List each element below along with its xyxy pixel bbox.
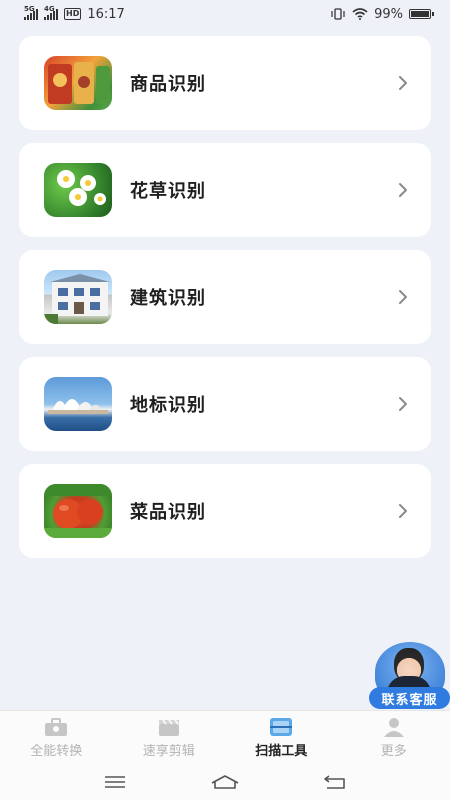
recognition-list: 商品识别 花草识别 建筑识别 地标识别 菜品识别 — [19, 36, 431, 571]
tab-more[interactable]: 更多 — [338, 711, 450, 764]
dish-recognition-card[interactable]: 菜品识别 — [19, 464, 431, 558]
nav-label: 扫描工具 — [255, 743, 308, 759]
chevron-right-icon — [395, 182, 411, 198]
chevron-right-icon — [395, 396, 411, 412]
card-label: 地标识别 — [130, 395, 206, 416]
customer-service-label: 联系客服 — [369, 687, 450, 709]
dish-image — [44, 484, 112, 538]
building-image — [44, 270, 112, 324]
flower-recognition-card[interactable]: 花草识别 — [19, 143, 431, 237]
nav-label: 速享剪辑 — [142, 743, 195, 759]
goods-image — [44, 56, 112, 110]
nav-label: 全能转换 — [30, 743, 83, 759]
signal-4g-icon: 4G — [44, 5, 58, 20]
scan-icon — [268, 717, 294, 737]
wifi-icon — [352, 8, 368, 20]
card-label: 建筑识别 — [130, 288, 206, 309]
bottom-nav: 全能转换 速享剪辑 扫描工具 更多 — [0, 710, 450, 764]
card-label: 花草识别 — [130, 181, 206, 202]
tab-quick-edit[interactable]: 速享剪辑 — [113, 711, 226, 764]
flower-image — [44, 163, 112, 217]
tab-scan-tools[interactable]: 扫描工具 — [225, 711, 338, 764]
user-icon — [381, 717, 407, 737]
toolbox-icon — [43, 717, 69, 737]
clapper-icon — [156, 717, 182, 737]
status-right: 99% — [330, 7, 434, 22]
network-5g-label: 5G — [24, 5, 35, 13]
landmark-image — [44, 377, 112, 431]
status-left: 5G 4G HD 16:17 — [24, 5, 125, 22]
network-4g-label: 4G — [44, 5, 55, 13]
home-icon[interactable] — [210, 772, 240, 792]
battery-icon — [409, 9, 434, 19]
status-time: 16:17 — [87, 6, 125, 22]
customer-service-button[interactable]: 联系客服 — [369, 642, 450, 710]
status-bar: 5G 4G HD 16:17 99% — [0, 0, 450, 28]
goods-recognition-card[interactable]: 商品识别 — [19, 36, 431, 130]
card-label: 商品识别 — [130, 74, 206, 95]
system-nav-bar — [0, 764, 450, 800]
back-icon[interactable] — [320, 772, 350, 792]
tab-all-convert[interactable]: 全能转换 — [0, 711, 113, 764]
signal-5g-icon: 5G — [24, 5, 38, 20]
chevron-right-icon — [395, 289, 411, 305]
vibrate-icon — [331, 8, 345, 20]
menu-icon[interactable] — [100, 772, 130, 792]
chevron-right-icon — [395, 75, 411, 91]
hd-badge: HD — [64, 8, 82, 20]
card-label: 菜品识别 — [130, 502, 206, 523]
battery-percent: 99% — [374, 6, 403, 22]
nav-label: 更多 — [380, 743, 407, 759]
chevron-right-icon — [395, 503, 411, 519]
landmark-recognition-card[interactable]: 地标识别 — [19, 357, 431, 451]
building-recognition-card[interactable]: 建筑识别 — [19, 250, 431, 344]
